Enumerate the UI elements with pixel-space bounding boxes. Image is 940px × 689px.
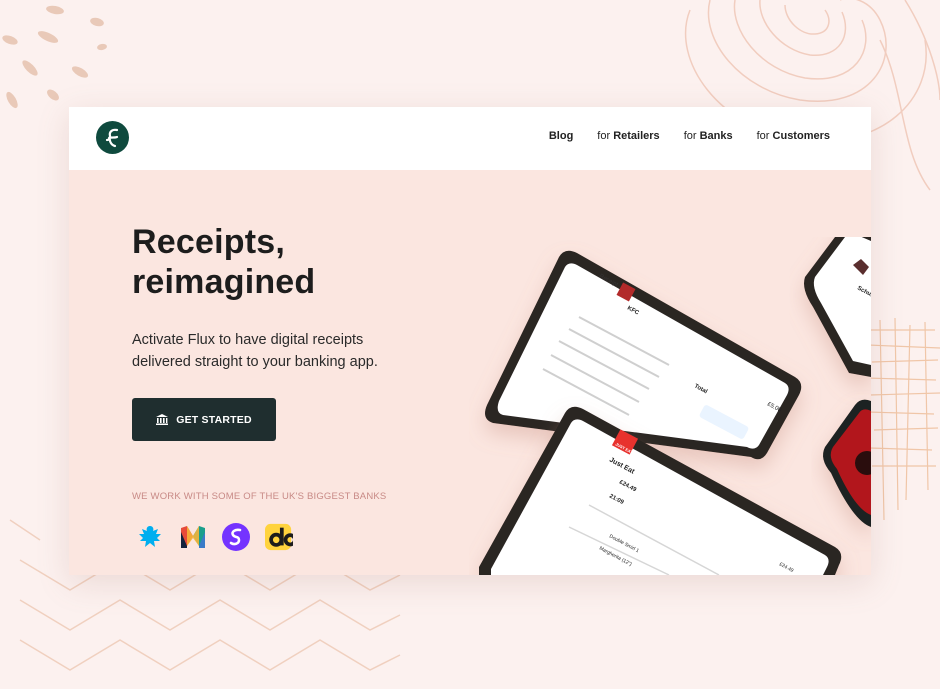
hero-title-line2: reimagined — [132, 263, 316, 301]
phone-red-screen — [823, 399, 871, 527]
flux-f-icon — [105, 128, 118, 147]
brush-dots — [2, 5, 107, 109]
barclays-eagle-icon — [136, 523, 164, 551]
flux-logo[interactable] — [96, 121, 129, 154]
hero-title-line1: Receipts, — [132, 223, 285, 261]
nav-link-banks[interactable]: for Banks — [684, 130, 733, 142]
phone-schuh-receipt: Schuh — [804, 237, 871, 377]
phone-kfc-receipt: Receipt KFC Total £5.00 — [485, 250, 802, 460]
nav-link-retailers[interactable]: for Retailers — [597, 130, 659, 142]
nav-links: Blog for Retailers for Banks for Custome… — [549, 130, 830, 142]
phones-illustration: Receipt KFC Total £5.00 JUST EAT Just Ea… — [479, 237, 871, 575]
hero-subtitle: Activate Flux to have digital receipts d… — [132, 332, 378, 370]
hero-title: Receipts, reimagined — [132, 222, 432, 302]
nav-link-blog[interactable]: Blog — [549, 130, 573, 142]
top-nav: Blog for Retailers for Banks for Custome… — [69, 107, 871, 170]
dozens-d-icon — [265, 523, 293, 551]
monzo-m-icon — [179, 523, 207, 551]
crosshatch-scribble — [865, 317, 940, 521]
get-started-label: GET STARTED — [176, 413, 252, 426]
bank-logos — [136, 523, 293, 551]
bank-icon — [156, 414, 169, 425]
get-started-button[interactable]: GET STARTED — [132, 398, 276, 441]
nav-link-customers[interactable]: for Customers — [757, 130, 830, 142]
banks-caption: WE WORK WITH SOME OF THE UK'S BIGGEST BA… — [132, 491, 387, 502]
starling-s-icon — [222, 523, 250, 551]
hero-card: Blog for Retailers for Banks for Custome… — [69, 107, 871, 575]
